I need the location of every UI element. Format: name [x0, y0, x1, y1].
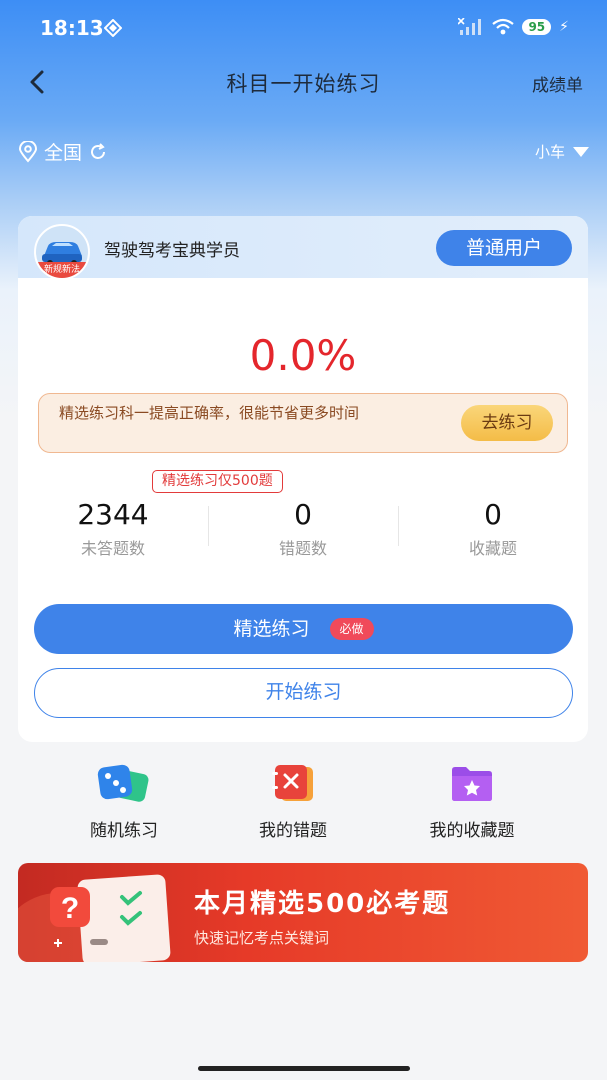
region-label: 全国	[44, 142, 83, 164]
tip-banner: 精选练习科一提高正确率，很能节省更多时间 去练习	[38, 393, 568, 453]
svg-text:?: ?	[61, 892, 79, 925]
stat-unanswered[interactable]: 2344 未答题数	[18, 498, 208, 562]
banner-subtitle: 快速记忆考点关键词	[194, 929, 330, 947]
status-indicators: 95 ⚡	[458, 18, 569, 36]
region-selector[interactable]: 全国	[18, 138, 108, 165]
dice-icon	[97, 764, 149, 804]
signal-icon	[458, 18, 482, 35]
caret-down-icon	[573, 146, 589, 157]
quick-wrong-questions[interactable]: 我的错题	[213, 764, 373, 841]
quick-label: 随机练习	[90, 821, 158, 841]
quick-favorites[interactable]: 我的收藏题	[392, 764, 552, 841]
score-sheet-link[interactable]: 成绩单	[532, 71, 583, 96]
start-practice-button[interactable]: 开始练习	[34, 668, 573, 718]
wrong-book-icon	[271, 764, 315, 804]
user-name: 驾驶驾考宝典学员	[104, 241, 240, 261]
charging-icon: ⚡	[559, 19, 569, 35]
tip-text: 精选练习科一提高正确率，很能节省更多时间	[59, 404, 360, 422]
location-pin-icon	[18, 140, 38, 163]
selected-practice-button[interactable]: 精选练习 必做	[34, 604, 573, 654]
user-type-button[interactable]: 普通用户	[436, 230, 572, 266]
selected-practice-label: 精选练习	[233, 618, 310, 640]
page-title: 科目一开始练习	[226, 72, 381, 96]
vehicle-label: 小车	[534, 143, 565, 161]
stat-label: 错题数	[278, 539, 327, 558]
go-practice-button[interactable]: 去练习	[461, 405, 553, 441]
quick-label: 我的收藏题	[429, 821, 515, 841]
accuracy-rate: 0.0%	[249, 331, 357, 380]
status-bar: 18:13 95 ⚡	[0, 0, 607, 56]
vehicle-selector[interactable]: 小车	[535, 141, 589, 162]
battery-badge: 95	[522, 19, 552, 35]
refresh-icon[interactable]	[88, 142, 108, 162]
practice-card: 新规新法 驾驶驾考宝典学员 普通用户 0.0% 精选练习科一提高正确率，很能节省…	[18, 216, 588, 742]
avatar-caption: 新规新法	[36, 262, 88, 278]
quick-actions: 随机练习 我的错题 我的收藏题	[0, 764, 607, 844]
user-header: 新规新法 驾驶驾考宝典学员 普通用户	[18, 216, 588, 280]
selected-limit-badge: 精选练习仅500题	[152, 470, 283, 493]
home-indicator	[198, 1066, 410, 1071]
stat-value: 2344	[77, 498, 149, 531]
stat-value: 0	[294, 498, 312, 531]
stat-label: 未答题数	[80, 539, 145, 558]
wifi-icon	[492, 18, 515, 35]
must-do-badge: 必做	[329, 618, 374, 640]
notification-diamond-icon	[104, 19, 122, 37]
stat-favorites[interactable]: 0 收藏题	[398, 498, 588, 562]
stat-label: 收藏题	[468, 539, 517, 558]
star-folder-icon	[450, 764, 494, 804]
banner-title: 本月精选500必考题	[194, 889, 451, 919]
quick-random-practice[interactable]: 随机练习	[44, 764, 204, 841]
question-checklist-icon: ?	[18, 874, 171, 962]
status-time: 18:13	[40, 16, 104, 40]
avatar: 新规新法	[34, 224, 90, 280]
promo-banner[interactable]: ? 本月精选500必考题 快速记忆考点关键词	[18, 863, 588, 962]
stat-value: 0	[484, 498, 502, 531]
stat-wrong[interactable]: 0 错题数	[208, 498, 398, 562]
stats-row: 2344 未答题数 0 错题数 0 收藏题	[18, 498, 588, 562]
quick-label: 我的错题	[259, 821, 327, 841]
